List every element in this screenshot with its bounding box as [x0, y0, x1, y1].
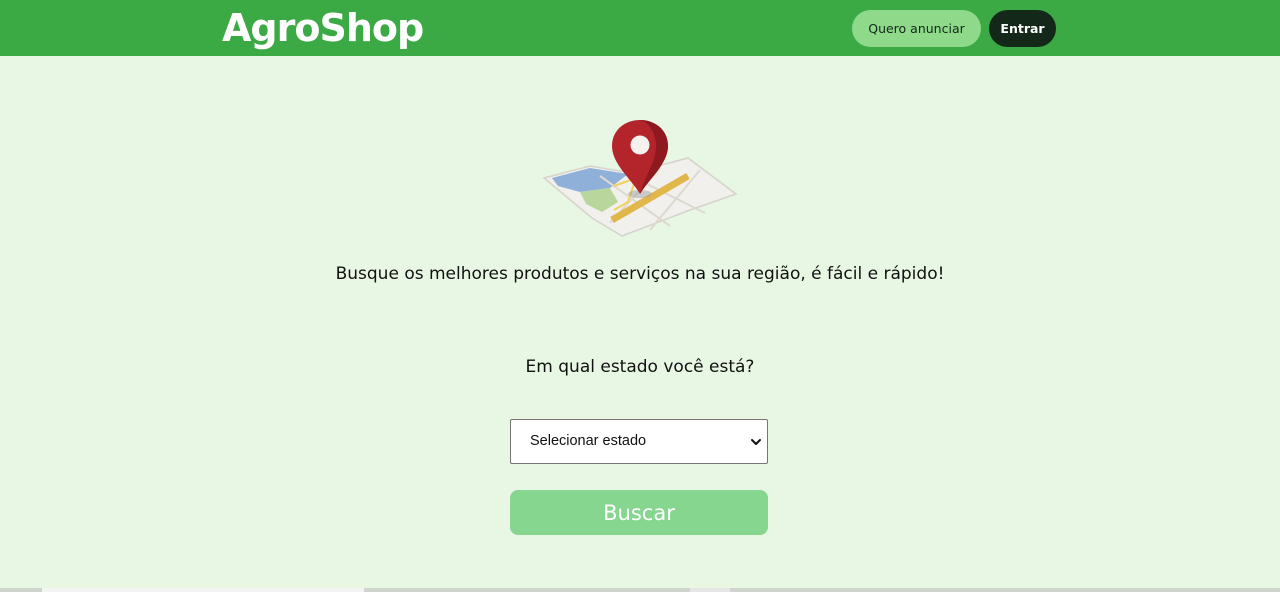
brand-logo[interactable]: AgroShop — [222, 6, 424, 50]
advertise-button[interactable]: Quero anunciar — [852, 10, 981, 47]
state-select[interactable]: Selecionar estado — [510, 419, 768, 464]
state-select-value: Selecionar estado — [530, 433, 647, 449]
state-question: Em qual estado você está? — [525, 357, 755, 377]
top-navbar: AgroShop Quero anunciar Entrar — [0, 0, 1280, 56]
login-button[interactable]: Entrar — [989, 10, 1056, 47]
scrollbar-thumb[interactable] — [42, 588, 364, 592]
search-button[interactable]: Buscar — [510, 490, 768, 535]
map-pin-icon — [542, 120, 738, 237]
scrollbar-segment — [690, 588, 730, 592]
hero-headline: Busque os melhores produtos e serviços n… — [335, 264, 945, 284]
horizontal-scrollbar[interactable] — [0, 588, 1280, 592]
chevron-down-icon — [751, 439, 761, 445]
